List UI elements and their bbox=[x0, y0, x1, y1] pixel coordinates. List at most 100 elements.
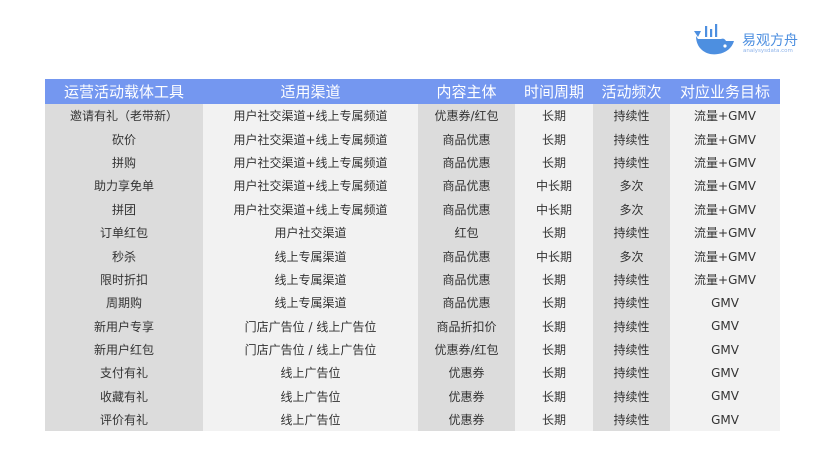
cell-goal: GMV bbox=[670, 361, 780, 385]
cell-goal: 流量+GMV bbox=[670, 174, 780, 198]
cell-goal: GMV bbox=[670, 384, 780, 409]
cell-frequency: 持续性 bbox=[593, 267, 670, 292]
cell-channel: 线上广告位 bbox=[203, 384, 418, 409]
cell-content: 商品优惠 bbox=[418, 197, 515, 221]
cell-period: 长期 bbox=[515, 267, 593, 292]
table-row: 周期购 线上专属渠道 商品优惠 长期 持续性 GMV bbox=[45, 291, 780, 315]
cell-period: 长期 bbox=[515, 361, 593, 385]
cell-content: 商品优惠 bbox=[418, 150, 515, 175]
cell-frequency: 持续性 bbox=[593, 384, 670, 409]
cell-tool: 邀请有礼（老带新） bbox=[45, 104, 203, 128]
cell-goal: 流量+GMV bbox=[670, 150, 780, 175]
cell-period: 长期 bbox=[515, 408, 593, 432]
cell-period: 长期 bbox=[515, 337, 593, 362]
cell-goal: 流量+GMV bbox=[670, 244, 780, 268]
cell-frequency: 持续性 bbox=[593, 127, 670, 151]
table-row: 限时折扣 线上专属渠道 商品优惠 长期 持续性 流量+GMV bbox=[45, 267, 780, 292]
cell-tool: 秒杀 bbox=[45, 244, 203, 268]
cell-goal: GMV bbox=[670, 408, 780, 432]
cell-content: 优惠券 bbox=[418, 408, 515, 432]
cell-goal: GMV bbox=[670, 291, 780, 315]
header-tool: 运营活动载体工具 bbox=[45, 79, 203, 104]
cell-period: 长期 bbox=[515, 314, 593, 338]
cell-content: 商品优惠 bbox=[418, 267, 515, 292]
cell-period: 长期 bbox=[515, 150, 593, 175]
cell-period: 长期 bbox=[515, 220, 593, 245]
header-content: 内容主体 bbox=[418, 79, 515, 104]
cell-channel: 线上专属渠道 bbox=[203, 244, 418, 268]
header-period: 时间周期 bbox=[515, 79, 593, 104]
cell-content: 商品折扣价 bbox=[418, 314, 515, 338]
cell-tool: 支付有礼 bbox=[45, 361, 203, 385]
table-row: 邀请有礼（老带新） 用户社交渠道+线上专属频道 优惠券/红包 长期 持续性 流量+GMV bbox=[45, 104, 780, 128]
cell-channel: 线上广告位 bbox=[203, 361, 418, 385]
cell-period: 中长期 bbox=[515, 197, 593, 221]
cell-tool: 评价有礼 bbox=[45, 408, 203, 432]
table-row: 助力享免单 用户社交渠道+线上专属频道 商品优惠 中长期 多次 流量+GMV bbox=[45, 174, 780, 198]
cell-goal: 流量+GMV bbox=[670, 220, 780, 245]
cell-content: 商品优惠 bbox=[418, 244, 515, 268]
cell-tool: 拼购 bbox=[45, 150, 203, 175]
cell-content: 商品优惠 bbox=[418, 174, 515, 198]
header-frequency: 活动频次 bbox=[593, 79, 670, 104]
cell-frequency: 持续性 bbox=[593, 361, 670, 385]
cell-channel: 门店广告位 / 线上广告位 bbox=[203, 314, 418, 338]
cell-tool: 限时折扣 bbox=[45, 267, 203, 292]
cell-frequency: 多次 bbox=[593, 197, 670, 221]
brand-logo: 易观方舟 analysysdata.com bbox=[692, 20, 802, 60]
cell-frequency: 多次 bbox=[593, 174, 670, 198]
cell-content: 红包 bbox=[418, 220, 515, 245]
cell-period: 中长期 bbox=[515, 174, 593, 198]
cell-period: 长期 bbox=[515, 127, 593, 151]
table-row: 砍价 用户社交渠道+线上专属频道 商品优惠 长期 持续性 流量+GMV bbox=[45, 127, 780, 151]
cell-goal: 流量+GMV bbox=[670, 267, 780, 292]
brand-name: 易观方舟 bbox=[742, 33, 798, 49]
whale-icon bbox=[694, 24, 734, 55]
cell-tool: 订单红包 bbox=[45, 220, 203, 245]
cell-channel: 线上广告位 bbox=[203, 408, 418, 432]
cell-tool: 新用户红包 bbox=[45, 337, 203, 362]
cell-tool: 拼团 bbox=[45, 197, 203, 221]
cell-channel: 用户社交渠道+线上专属频道 bbox=[203, 150, 418, 175]
table-row: 订单红包 用户社交渠道 红包 长期 持续性 流量+GMV bbox=[45, 220, 780, 245]
cell-period: 中长期 bbox=[515, 244, 593, 268]
cell-channel: 线上专属渠道 bbox=[203, 291, 418, 315]
cell-content: 优惠券/红包 bbox=[418, 337, 515, 362]
cell-tool: 助力享免单 bbox=[45, 174, 203, 198]
cell-frequency: 持续性 bbox=[593, 220, 670, 245]
cell-goal: 流量+GMV bbox=[670, 197, 780, 221]
cell-content: 商品优惠 bbox=[418, 291, 515, 315]
cell-channel: 用户社交渠道 bbox=[203, 220, 418, 245]
table-row: 支付有礼 线上广告位 优惠券 长期 持续性 GMV bbox=[45, 361, 780, 385]
cell-goal: GMV bbox=[670, 314, 780, 338]
cell-tool: 砍价 bbox=[45, 127, 203, 151]
table-row: 拼团 用户社交渠道+线上专属频道 商品优惠 中长期 多次 流量+GMV bbox=[45, 197, 780, 221]
table-header-row: 运营活动载体工具 适用渠道 内容主体 时间周期 活动频次 对应业务目标 bbox=[45, 79, 780, 104]
table-row: 评价有礼 线上广告位 优惠券 长期 持续性 GMV bbox=[45, 408, 780, 432]
cell-channel: 线上专属渠道 bbox=[203, 267, 418, 292]
cell-frequency: 持续性 bbox=[593, 150, 670, 175]
cell-frequency: 多次 bbox=[593, 244, 670, 268]
cell-period: 长期 bbox=[515, 291, 593, 315]
cell-channel: 用户社交渠道+线上专属频道 bbox=[203, 174, 418, 198]
table-row: 拼购 用户社交渠道+线上专属频道 商品优惠 长期 持续性 流量+GMV bbox=[45, 150, 780, 175]
cell-frequency: 持续性 bbox=[593, 291, 670, 315]
cell-channel: 门店广告位 / 线上广告位 bbox=[203, 337, 418, 362]
brand-url: analysysdata.com bbox=[743, 48, 793, 54]
cell-goal: 流量+GMV bbox=[670, 104, 780, 128]
cell-channel: 用户社交渠道+线上专属频道 bbox=[203, 127, 418, 151]
table-row: 秒杀 线上专属渠道 商品优惠 中长期 多次 流量+GMV bbox=[45, 244, 780, 268]
activity-tools-table: 运营活动载体工具 适用渠道 内容主体 时间周期 活动频次 对应业务目标 邀请有礼… bbox=[45, 79, 780, 432]
cell-period: 长期 bbox=[515, 384, 593, 409]
table-row: 收藏有礼 线上广告位 优惠券 长期 持续性 GMV bbox=[45, 384, 780, 409]
cell-frequency: 持续性 bbox=[593, 314, 670, 338]
cell-tool: 收藏有礼 bbox=[45, 384, 203, 409]
cell-goal: GMV bbox=[670, 337, 780, 362]
table-body: 邀请有礼（老带新） 用户社交渠道+线上专属频道 优惠券/红包 长期 持续性 流量+GMV 砍… bbox=[45, 104, 780, 432]
cell-frequency: 持续性 bbox=[593, 104, 670, 128]
cell-channel: 用户社交渠道+线上专属频道 bbox=[203, 104, 418, 128]
cell-channel: 用户社交渠道+线上专属频道 bbox=[203, 197, 418, 221]
header-goal: 对应业务目标 bbox=[670, 79, 780, 104]
cell-content: 优惠券/红包 bbox=[418, 104, 515, 128]
cell-content: 优惠券 bbox=[418, 361, 515, 385]
